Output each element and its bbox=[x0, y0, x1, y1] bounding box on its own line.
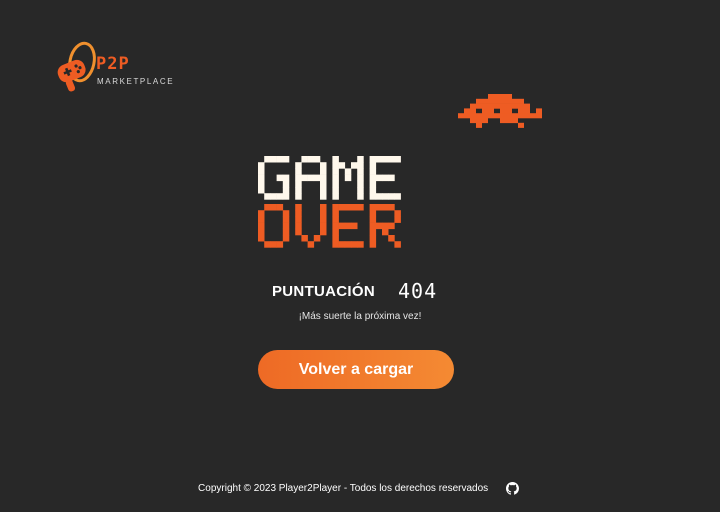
score-row: PUNTUACIÓN 404 bbox=[272, 279, 472, 303]
page: P2P MARKETPLACE PUNTUACIÓN 404 ¡Más suer… bbox=[0, 0, 720, 512]
score-label: PUNTUACIÓN bbox=[272, 283, 375, 300]
pixel-letter-v bbox=[295, 204, 327, 248]
pixel-letter-e bbox=[332, 204, 364, 248]
gamepad-ring-logo-icon bbox=[57, 41, 96, 92]
space-invader-icon bbox=[458, 94, 542, 134]
copyright-text: Copyright © 2023 Player2Player - Todos l… bbox=[198, 483, 489, 494]
pixel-letter-g bbox=[258, 156, 290, 200]
pixel-letter-o bbox=[258, 204, 290, 248]
site-logo[interactable]: P2P MARKETPLACE bbox=[56, 38, 186, 96]
pixel-letter-r bbox=[369, 204, 401, 248]
pixel-letter-e bbox=[369, 156, 401, 200]
brand-name: P2P bbox=[96, 54, 130, 74]
retry-message: ¡Más suerte la próxima vez! bbox=[298, 311, 422, 322]
pixel-letter-m bbox=[332, 156, 364, 200]
score-value: 404 bbox=[398, 279, 438, 303]
game-over-line-1 bbox=[258, 156, 401, 200]
github-icon[interactable] bbox=[505, 482, 519, 495]
game-over-title bbox=[258, 156, 446, 252]
pixel-letter-a bbox=[295, 156, 327, 200]
reload-button[interactable]: Volver a cargar bbox=[258, 350, 454, 389]
footer: Copyright © 2023 Player2Player - Todos l… bbox=[0, 482, 720, 495]
game-over-line-2 bbox=[258, 204, 401, 248]
brand-tagline: MARKETPLACE bbox=[97, 77, 175, 86]
